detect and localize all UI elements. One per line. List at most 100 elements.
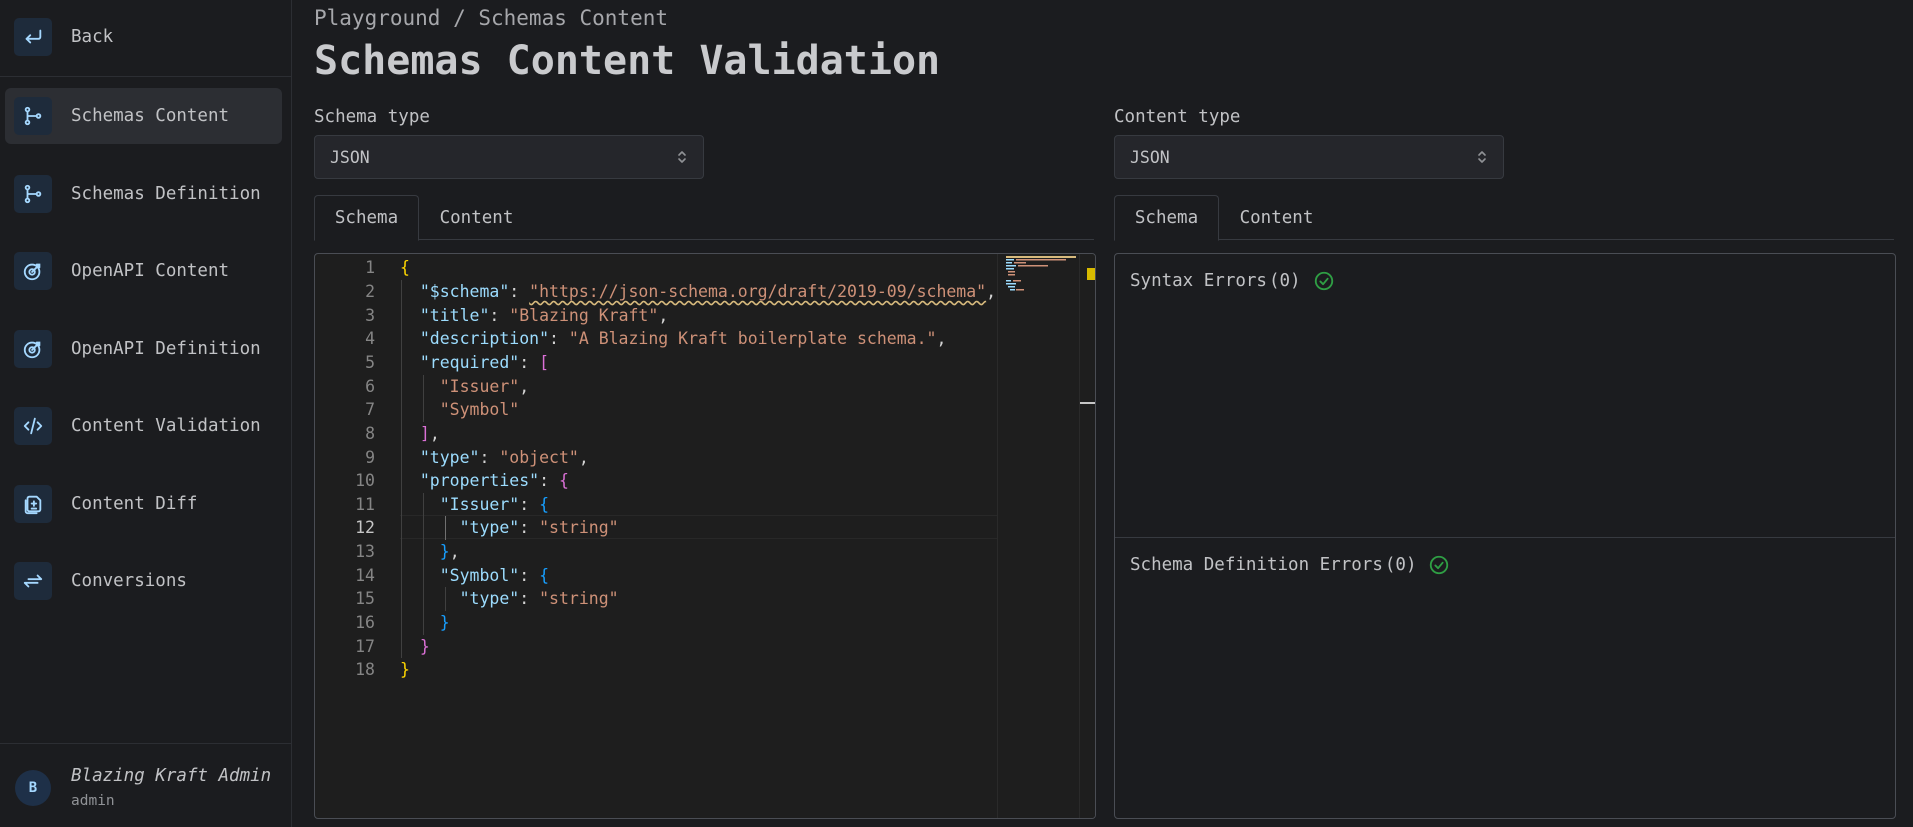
line-number: 3 — [365, 306, 375, 325]
code-line: } — [419, 637, 430, 656]
tab-schema[interactable]: Schema — [1114, 195, 1219, 241]
line-number: 9 — [365, 448, 375, 467]
sidebar-item-label: OpenAPI Definition — [71, 339, 261, 359]
editor-minimap[interactable] — [997, 254, 1080, 818]
line-number-current: 12 — [355, 518, 375, 537]
line-number: 18 — [355, 660, 375, 679]
json-key: "description" — [419, 329, 550, 348]
code-line: "type": "string" — [459, 518, 619, 537]
json-string: "object" — [499, 448, 579, 467]
sidebar-item-label: Schemas Definition — [71, 184, 261, 204]
schema-definition-errors-header: Schema Definition Errors (0) — [1130, 554, 1450, 576]
divider — [0, 76, 292, 77]
line-number: 5 — [365, 353, 375, 372]
sidebar-item-schemas-definition[interactable]: Schemas Definition — [5, 166, 282, 222]
code-line: } — [439, 613, 450, 632]
code-line: "properties": { — [419, 471, 569, 490]
openapi-target-icon — [14, 330, 52, 368]
syntax-errors-count: (0) — [1268, 271, 1301, 291]
json-key: "type" — [459, 518, 520, 537]
back-button[interactable]: Back — [5, 9, 282, 65]
avatar: B — [15, 770, 51, 806]
check-circle-icon — [1428, 554, 1450, 576]
divider — [1115, 537, 1895, 538]
line-number: 2 — [365, 282, 375, 301]
json-string: "Blazing Kraft" — [509, 306, 659, 325]
code-line: }, — [439, 542, 460, 561]
json-key: "title" — [419, 306, 490, 325]
line-number: 17 — [355, 637, 375, 656]
line-number: 11 — [355, 495, 375, 514]
json-string: "Symbol" — [439, 400, 520, 419]
code-line: } — [400, 660, 410, 679]
sidebar-item-content-diff[interactable]: Content Diff — [5, 476, 282, 532]
selector-chevron-icon — [1475, 148, 1489, 170]
user-role: admin — [71, 793, 115, 809]
file-diff-icon — [14, 485, 52, 523]
back-label: Back — [71, 27, 114, 47]
content-type-select[interactable]: JSON — [1114, 135, 1504, 179]
code-line: ], — [419, 424, 440, 443]
selector-chevron-icon — [675, 148, 689, 170]
code-area[interactable]: { "$schema": "https://json-schema.org/dr… — [400, 254, 1095, 818]
schema-tree-icon — [14, 175, 52, 213]
breadcrumb: Playground / Schemas Content — [314, 6, 669, 30]
code-icon — [14, 407, 52, 445]
line-number: 15 — [355, 589, 375, 608]
code-line: "Issuer", — [439, 377, 530, 396]
sidebar-item-openapi-content[interactable]: OpenAPI Content — [5, 243, 282, 299]
syntax-errors-label: Syntax Errors — [1130, 271, 1267, 291]
right-tabs: Schema Content — [1114, 195, 1894, 241]
json-string: "string" — [539, 589, 619, 608]
line-number: 13 — [355, 542, 375, 561]
code-line: "Issuer": { — [439, 495, 550, 514]
sidebar-item-conversions[interactable]: Conversions — [5, 553, 282, 609]
openapi-target-icon — [14, 252, 52, 290]
user-name: Blazing Kraft Admin — [71, 766, 272, 786]
schema-definition-errors-count: (0) — [1384, 555, 1417, 575]
json-key: "type" — [419, 448, 480, 467]
sidebar-item-schemas-content[interactable]: Schemas Content — [5, 88, 282, 144]
schema-type-select[interactable]: JSON — [314, 135, 704, 179]
left-tabs: Schema Content — [314, 195, 1094, 241]
user-footer[interactable]: B Blazing Kraft Admin admin — [0, 743, 292, 827]
tab-content[interactable]: Content — [1219, 195, 1334, 240]
line-number: 8 — [365, 424, 375, 443]
validation-results-panel: Syntax Errors (0) Schema Definition Erro… — [1114, 253, 1896, 819]
content-type-label: Content type — [1114, 107, 1241, 127]
syntax-errors-header: Syntax Errors (0) — [1130, 270, 1335, 292]
tab-content[interactable]: Content — [419, 195, 534, 240]
json-key: "properties" — [419, 471, 540, 490]
json-key: "required" — [419, 353, 520, 372]
tab-schema[interactable]: Schema — [314, 195, 419, 241]
line-number: 14 — [355, 566, 375, 585]
line-number: 16 — [355, 613, 375, 632]
sidebar-item-label: Conversions — [71, 571, 187, 591]
vertical-scrollbar[interactable] — [1079, 254, 1095, 818]
schema-definition-errors-label: Schema Definition Errors — [1130, 555, 1383, 575]
code-line: "title": "Blazing Kraft", — [419, 306, 669, 325]
schema-tree-icon — [14, 97, 52, 135]
code-line: "description": "A Blazing Kraft boilerpl… — [419, 329, 947, 348]
scrollbar-cursor-marker — [1080, 402, 1095, 404]
json-key: "$schema" — [419, 282, 510, 301]
minimap-preview — [1006, 256, 1076, 291]
code-line: "Symbol": { — [439, 566, 550, 585]
schema-code-editor[interactable]: 1 2 3 4 5 6 7 8 9 10 11 12 13 14 15 16 1… — [314, 253, 1096, 819]
code-line: "type": "string" — [459, 589, 619, 608]
json-string: "https://json-schema.org/draft/2019-09/s… — [529, 282, 987, 301]
content-type-value: JSON — [1130, 147, 1170, 167]
check-circle-icon — [1313, 270, 1335, 292]
sidebar-item-label: Content Diff — [71, 494, 198, 514]
line-number: 1 — [365, 258, 375, 277]
sidebar-item-label: Content Validation — [71, 416, 261, 436]
json-string: "string" — [539, 518, 619, 537]
code-line: { — [400, 258, 410, 277]
line-number: 7 — [365, 400, 375, 419]
code-line: "required": [ — [419, 353, 550, 372]
line-number: 10 — [355, 471, 375, 490]
sidebar-item-openapi-definition[interactable]: OpenAPI Definition — [5, 321, 282, 377]
sidebar-item-content-validation[interactable]: Content Validation — [5, 398, 282, 454]
schema-type-label: Schema type — [314, 107, 430, 127]
line-number-gutter: 1 2 3 4 5 6 7 8 9 10 11 12 13 14 15 16 1… — [315, 254, 375, 818]
